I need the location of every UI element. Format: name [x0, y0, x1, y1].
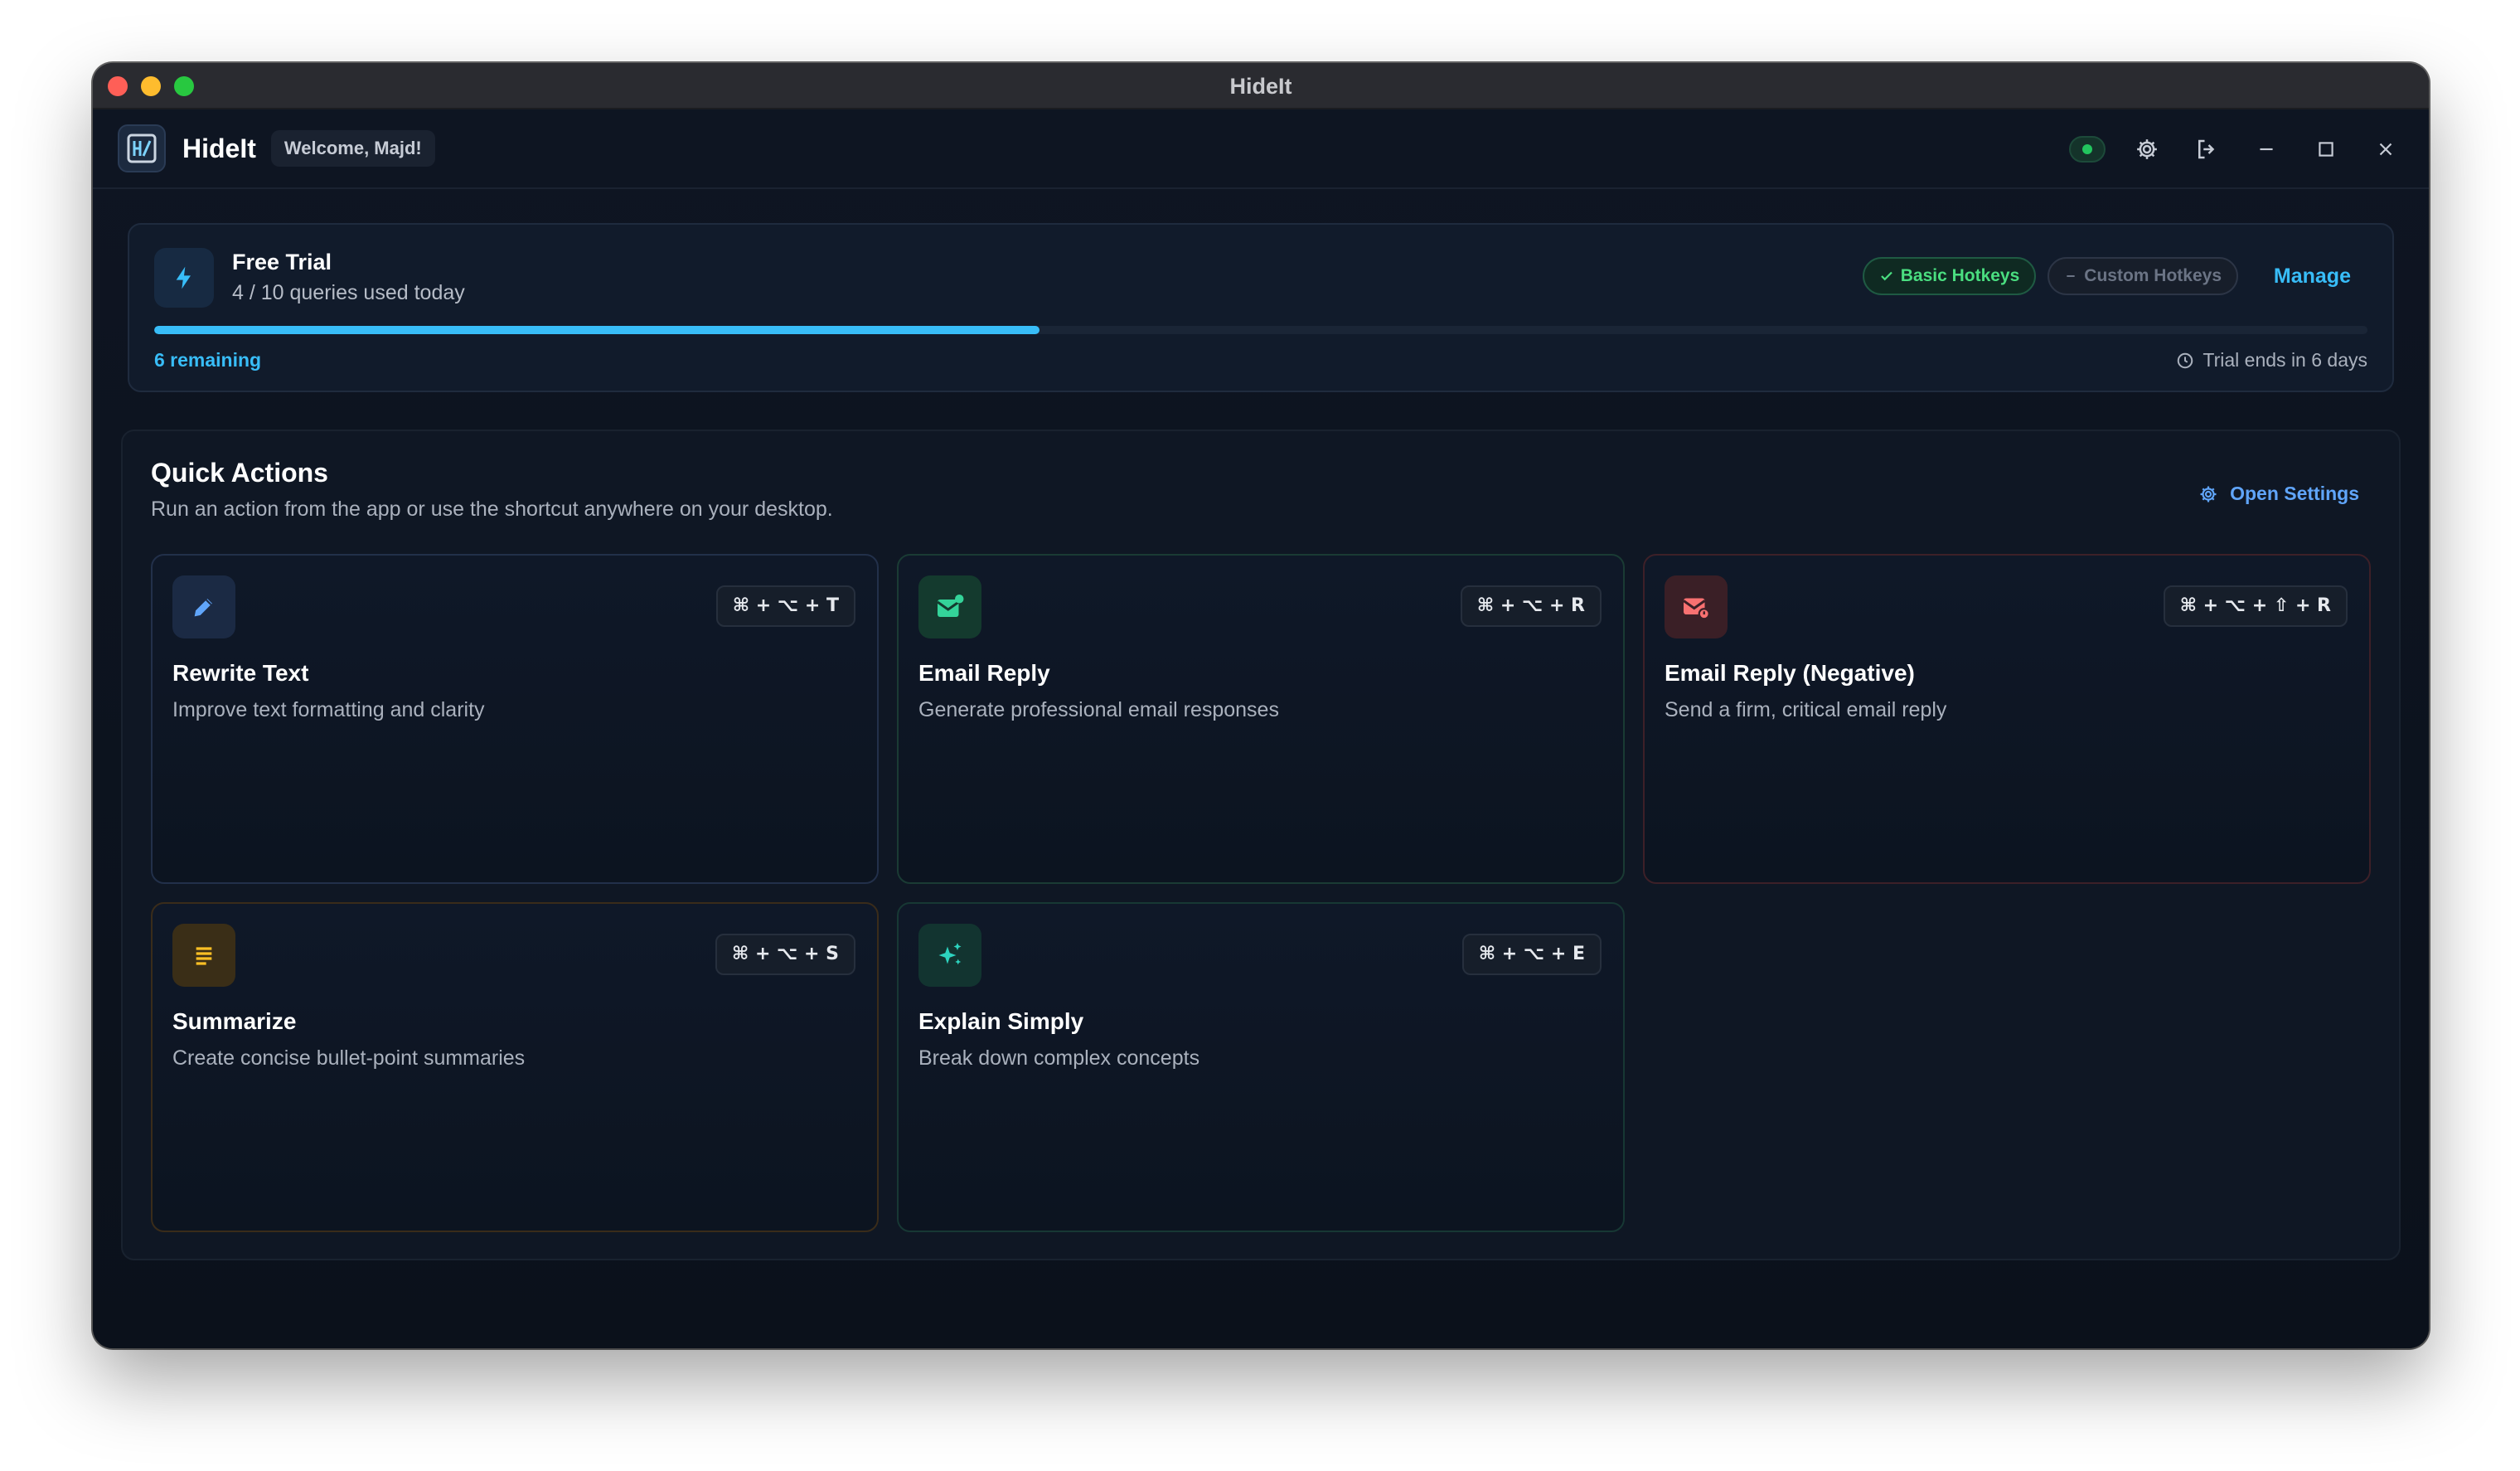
trial-title: Free Trial — [232, 250, 332, 274]
close-icon — [2379, 143, 2392, 156]
dash-icon — [2067, 275, 2075, 277]
shortcut-badge: ⌘ + ⌥ + R — [1460, 585, 1602, 627]
hotkey-badges: Basic Hotkeys Custom Hotkeys — [1862, 257, 2238, 295]
shortcut-badge: ⌘ + ⌥ + E — [1461, 934, 1602, 975]
card-title: Email Reply (Negative) — [1665, 660, 1915, 686]
minimize-button[interactable] — [2248, 131, 2285, 167]
card-title: Summarize — [172, 1008, 297, 1034]
check-icon — [1880, 271, 1892, 281]
card-icon-box — [172, 575, 235, 638]
logout-icon — [2198, 139, 2215, 159]
mail-check-icon — [937, 595, 964, 617]
maximize-button[interactable] — [2308, 131, 2344, 167]
app-window: HideIt HideIt Welcome, Majd! Free Trial … — [93, 63, 2429, 1348]
quick-actions-panel: Quick Actions Run an action from the app… — [121, 430, 2401, 1260]
window-title: HideIt — [1229, 74, 1292, 99]
card-description: Break down complex concepts — [918, 1046, 1200, 1070]
shortcut-badge: ⌘ + ⌥ + S — [715, 934, 855, 975]
square-icon — [2319, 142, 2333, 157]
trial-icon-box — [154, 248, 214, 308]
trial-panel: Free Trial 4 / 10 queries used today Bas… — [128, 223, 2394, 392]
shortcut-badge: ⌘ + ⌥ + ⇧ + R — [2163, 585, 2348, 627]
trial-ends-label: Trial ends in 6 days — [2203, 349, 2367, 371]
card-description: Send a firm, critical email reply — [1665, 698, 1947, 721]
card-icon-box — [172, 924, 235, 987]
welcome-badge: Welcome, Majd! — [270, 130, 435, 167]
action-card-rewrite-text[interactable]: ⌘ + ⌥ + T Rewrite Text Improve text form… — [151, 554, 879, 884]
card-icon-box — [918, 575, 981, 638]
app-logo — [118, 124, 166, 172]
app-name: HideIt — [182, 133, 256, 163]
mail-warning-icon — [1683, 598, 1710, 620]
settings-button[interactable] — [2129, 131, 2165, 167]
lightning-icon — [176, 266, 191, 289]
open-settings-button[interactable]: Open Settings — [2198, 483, 2359, 505]
card-icon-box — [918, 924, 981, 987]
card-title: Rewrite Text — [172, 660, 309, 686]
shortcut-badge: ⌘ + ⌥ + T — [715, 585, 855, 627]
trial-usage: 4 / 10 queries used today — [232, 281, 465, 304]
quick-actions-title: Quick Actions — [151, 458, 328, 488]
action-card-email-reply-negative[interactable]: ⌘ + ⌥ + ⇧ + R Email Reply (Negative) Sen… — [1643, 554, 2371, 884]
app-header: HideIt Welcome, Majd! — [93, 109, 2429, 189]
close-button[interactable] — [2367, 131, 2404, 167]
basic-hotkeys-label: Basic Hotkeys — [1900, 266, 2020, 285]
usage-progress-fill — [154, 326, 1040, 334]
action-card-email-reply[interactable]: ⌘ + ⌥ + R Email Reply Generate professio… — [897, 554, 1625, 884]
card-title: Email Reply — [918, 660, 1050, 686]
basic-hotkeys-badge: Basic Hotkeys — [1862, 257, 2037, 295]
status-dot-icon — [2082, 144, 2092, 154]
card-description: Generate professional email responses — [918, 698, 1279, 721]
clock-icon — [2178, 352, 2193, 368]
card-description: Improve text formatting and clarity — [172, 698, 485, 721]
manage-link[interactable]: Manage — [2274, 265, 2351, 289]
app-content: HideIt Welcome, Majd! Free Trial 4 / 10 … — [93, 109, 2429, 1348]
custom-hotkeys-badge: Custom Hotkeys — [2048, 257, 2238, 295]
card-title: Explain Simply — [918, 1008, 1084, 1034]
remaining-count: 6 remaining — [154, 349, 262, 371]
custom-hotkeys-label: Custom Hotkeys — [2084, 266, 2222, 285]
quick-actions-subtitle: Run an action from the app or use the sh… — [151, 498, 833, 521]
minus-icon — [2260, 148, 2273, 151]
sparkles-icon — [938, 943, 962, 965]
status-indicator[interactable] — [2069, 136, 2106, 163]
gear-icon — [2137, 139, 2157, 159]
logo-icon — [127, 134, 157, 163]
gear-icon — [2200, 486, 2217, 502]
usage-progress-bar — [154, 326, 2367, 334]
open-settings-label: Open Settings — [2230, 483, 2359, 504]
logout-button[interactable] — [2188, 131, 2225, 167]
header-actions — [2069, 109, 2404, 189]
card-icon-box — [1665, 575, 1728, 638]
trial-ends: Trial ends in 6 days — [2176, 349, 2367, 371]
action-card-explain-simply[interactable]: ⌘ + ⌥ + E Explain Simply Break down comp… — [897, 902, 1625, 1232]
window-titlebar[interactable]: HideIt — [93, 63, 2429, 109]
action-card-summarize[interactable]: ⌘ + ⌥ + S Summarize Create concise bulle… — [151, 902, 879, 1232]
card-description: Create concise bullet-point summaries — [172, 1046, 526, 1070]
lines-icon — [196, 947, 212, 965]
pencil-icon — [194, 599, 212, 617]
